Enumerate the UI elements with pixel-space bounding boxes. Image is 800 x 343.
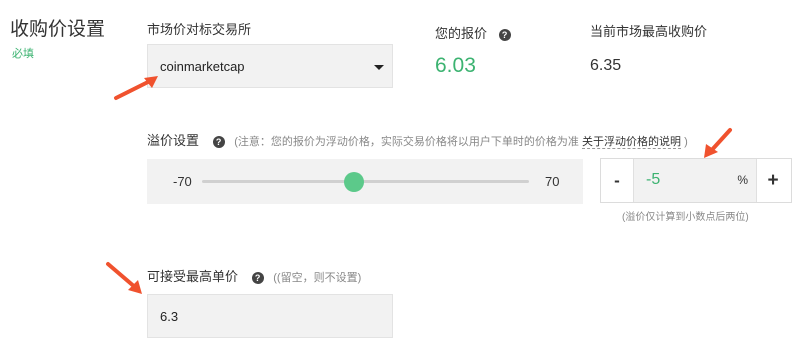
premium-note-prefix: (注意：您的报价为浮动价格，实际交易价格将以用户下单时的价格为准 (234, 136, 579, 148)
your-price-value: 6.03 (435, 54, 476, 77)
exchange-label: 市场价对标交易所 (147, 22, 252, 37)
premium-label-row: 溢价设置 ? (注意：您的报价为浮动价格，实际交易价格将以用户下单时的价格为准 … (147, 130, 688, 149)
market-max-label: 当前市场最高收购价 (590, 24, 708, 39)
max-unit-price-label-row: 可接受最高单价 ? ((留空，则不设置) (147, 266, 361, 285)
red-arrow-icon (106, 262, 142, 294)
your-price-label-row: 您的报价 ? (435, 23, 511, 42)
increment-button[interactable]: + (755, 159, 791, 202)
decrement-button[interactable]: - (601, 159, 633, 202)
max-unit-price-value: 6.3 (160, 309, 179, 324)
premium-slider-thumb[interactable] (343, 172, 364, 192)
premium-note-suffix: ) (684, 136, 688, 148)
premium-label: 溢价设置 (147, 133, 200, 148)
premium-slider-box: -70 70 (147, 159, 583, 204)
premium-note: (注意：您的报价为浮动价格，实际交易价格将以用户下单时的价格为准 关于浮动价格的… (234, 136, 688, 149)
slider-min-label: -70 (173, 174, 192, 189)
premium-input-value: -5 (646, 171, 661, 188)
question-circle-icon[interactable]: ? (251, 271, 264, 284)
max-unit-price-input[interactable]: 6.3 (147, 294, 393, 338)
exchange-selected-value: coinmarketcap (160, 59, 245, 74)
your-price-label: 您的报价 (435, 26, 488, 41)
slider-max-label: 70 (545, 174, 560, 189)
premium-stepper: - -5 % + (600, 158, 792, 203)
question-circle-icon[interactable]: ? (498, 28, 511, 41)
percent-unit: % (737, 173, 748, 187)
caret-down-icon (374, 65, 384, 70)
max-unit-price-label: 可接受最高单价 (147, 269, 239, 284)
premium-slider-track[interactable] (202, 172, 529, 192)
floating-price-info-link[interactable]: 关于浮动价格的说明 (582, 136, 681, 149)
required-label: 必填 (12, 48, 34, 60)
red-arrow-icon (704, 128, 732, 158)
question-circle-icon[interactable]: ? (212, 135, 225, 148)
premium-precision-hint: (溢价仅计算到小数点后两位) (622, 212, 749, 223)
section-title: 收购价设置 (10, 19, 106, 40)
premium-input[interactable]: -5 % (633, 159, 757, 202)
exchange-select[interactable]: coinmarketcap (147, 44, 393, 88)
max-unit-price-note: ((留空，则不设置) (273, 272, 362, 284)
red-arrow-icon (114, 76, 158, 100)
market-max-value: 6.35 (590, 57, 622, 74)
